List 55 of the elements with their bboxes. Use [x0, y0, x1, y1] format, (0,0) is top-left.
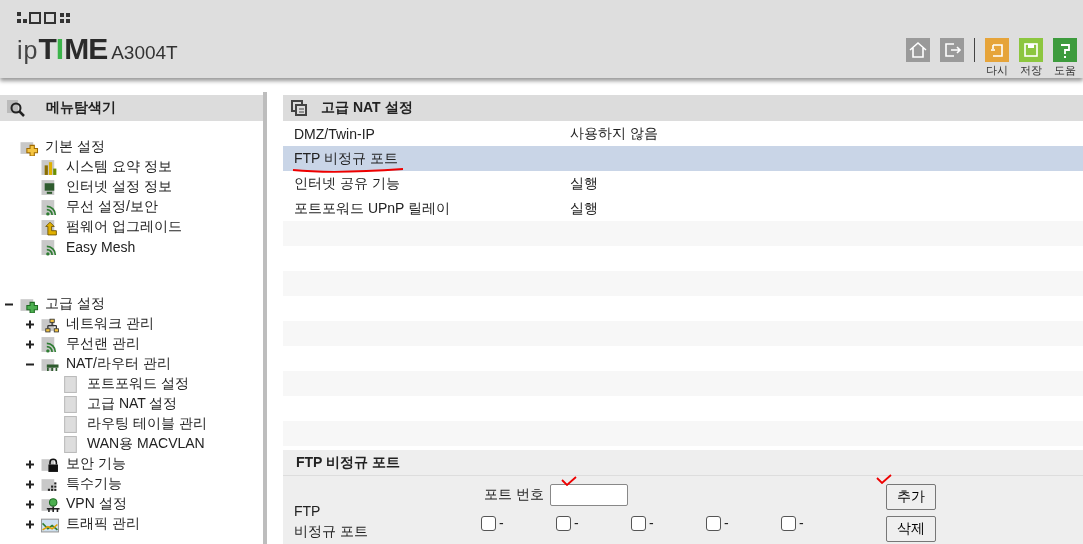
checkbox[interactable] — [706, 515, 721, 531]
settings-row[interactable]: 인터넷 공유 기능 실행 — [283, 171, 1083, 196]
port-value: - — [499, 515, 504, 531]
menu-item[interactable]: 고급 설정 — [45, 295, 105, 313]
search-icon — [6, 99, 26, 117]
menu-item[interactable]: 보안 기능 — [66, 455, 126, 473]
checkbox[interactable] — [631, 515, 646, 531]
add-button[interactable]: 추가 — [886, 484, 936, 510]
port-value: - — [649, 515, 654, 531]
annotation-checkmark — [876, 474, 892, 484]
setting-name: 인터넷 공유 기능 — [294, 174, 400, 191]
menu-item[interactable]: 무선랜 관리 — [66, 335, 140, 353]
settings-row[interactable]: DMZ/Twin-IP 사용하지 않음 — [283, 121, 1083, 146]
field-label: FTP 비정규 포트 — [294, 502, 369, 541]
menu-item[interactable]: 특수기능 — [66, 475, 122, 493]
setting-value: 사용하지 않음 — [570, 124, 658, 143]
port-input-field[interactable] — [549, 484, 628, 506]
network-globe-icon — [40, 495, 60, 513]
menu-item[interactable]: 네트워크 관리 — [66, 315, 154, 333]
port-value: - — [724, 515, 729, 531]
menu-item[interactable]: 시스템 요약 정보 — [66, 158, 172, 176]
checkbox[interactable] — [781, 515, 796, 531]
menu-item[interactable]: NAT/라우터 관리 — [66, 355, 171, 373]
menu-item[interactable]: WAN용 MACVLAN — [87, 435, 205, 453]
menu-item[interactable]: 펌웨어 업그레이드 — [66, 218, 182, 236]
lock-icon — [40, 455, 60, 473]
setting-value: 실행 — [570, 199, 598, 218]
setting-name: FTP 비정규 포트 — [294, 149, 398, 166]
menu-item[interactable]: 무선 설정/보안 — [66, 198, 158, 216]
checkbox[interactable] — [556, 515, 571, 531]
menu-item[interactable]: 포트포워드 설정 — [87, 375, 189, 393]
menu-item[interactable]: 인터넷 설정 정보 — [66, 178, 172, 196]
annotation-checkmark — [561, 476, 577, 486]
menu-item[interactable]: 라우팅 테이블 관리 — [87, 415, 207, 433]
home-button[interactable] — [906, 38, 930, 62]
panel-title: 고급 NAT 설정 — [321, 99, 413, 117]
setting-name: 포트포워드 UPnP 릴레이 — [294, 199, 451, 216]
sidebar-title: 메뉴탐색기 — [46, 99, 116, 117]
logo: ipTIME A3004T — [17, 32, 178, 66]
menu-item[interactable]: 트래픽 관리 — [66, 515, 140, 533]
menu-item[interactable]: 기본 설정 — [45, 138, 105, 156]
menu-item[interactable]: 고급 NAT 설정 — [87, 395, 178, 413]
upload-arrow-icon — [40, 218, 60, 236]
settings-row[interactable]: FTP 비정규 포트 — [283, 146, 1083, 171]
setting-value: 실행 — [570, 174, 598, 193]
menu-item[interactable]: VPN 설정 — [66, 495, 127, 513]
port-value: - — [574, 515, 579, 531]
setting-name: DMZ/Twin-IP — [294, 125, 375, 142]
checkbox[interactable] — [481, 515, 496, 531]
port-value: - — [799, 515, 804, 531]
window-icon — [291, 100, 307, 116]
section-title: FTP 비정규 포트 — [296, 453, 400, 472]
delete-button[interactable]: 삭제 — [886, 516, 936, 542]
menu-item[interactable]: Easy Mesh — [66, 239, 136, 255]
port-label: 포트 번호 — [484, 486, 544, 504]
